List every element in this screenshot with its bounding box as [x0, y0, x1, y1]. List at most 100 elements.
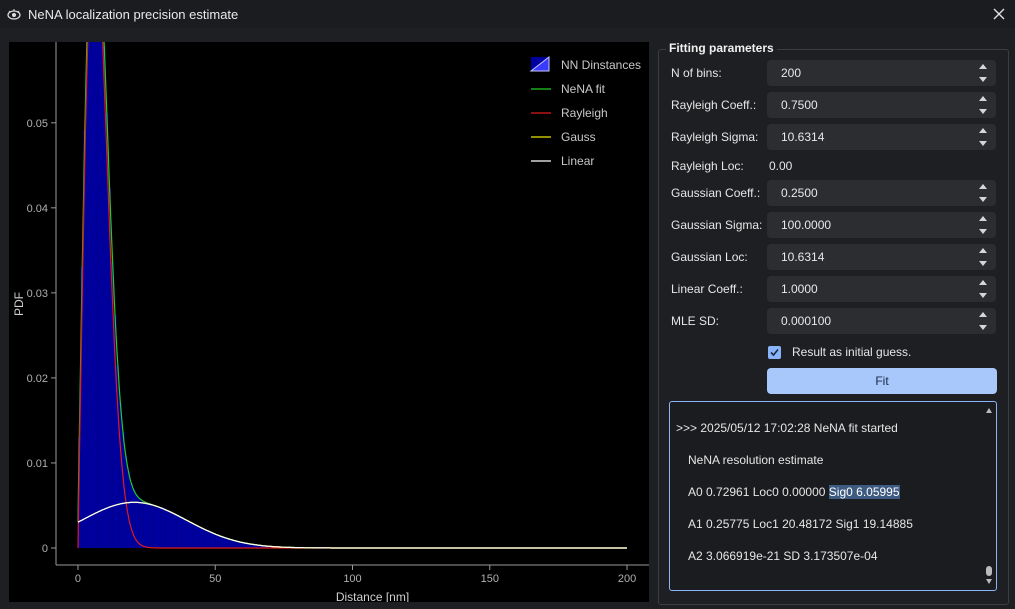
spin-value: 100.0000 — [781, 218, 832, 232]
rayleigh-loc-value: 0.00 — [769, 159, 793, 173]
histogram-bar — [146, 504, 150, 548]
histogram-bar — [94, 42, 98, 548]
rayleigh-sigma-spinbox[interactable]: 10.6314 — [767, 124, 996, 150]
initial-guess-checkbox-row[interactable]: Result as initial guess. — [768, 343, 911, 361]
histogram-bar — [204, 529, 207, 548]
param-label: Gaussian Sigma: — [671, 218, 763, 232]
histogram-bar — [102, 46, 106, 548]
log-output[interactable]: >>> 2025/05/12 17:02:28 NeNA fit started… — [669, 401, 997, 591]
param-label: N of bins: — [671, 66, 722, 80]
spin-value: 10.6314 — [781, 130, 825, 144]
histogram-bar — [176, 514, 180, 548]
histogram-bar — [239, 542, 243, 548]
arrow-down-icon[interactable] — [979, 229, 987, 234]
spin-arrows[interactable] — [978, 96, 988, 114]
histogram-bar — [237, 541, 240, 548]
histogram-bar — [182, 519, 186, 548]
gaussian-loc-spinbox[interactable]: 10.6314 — [767, 244, 996, 270]
histogram-bar — [99, 42, 103, 548]
arrow-down-icon[interactable] — [979, 109, 987, 114]
arrow-down-icon[interactable] — [979, 293, 987, 298]
arrow-down-icon[interactable] — [979, 141, 987, 146]
param-label: Rayleigh Sigma: — [671, 130, 759, 144]
y-tick-label: 0.01 — [27, 458, 48, 470]
n-bins-spinbox[interactable]: 200 — [767, 60, 996, 86]
y-tick-label: 0.03 — [27, 288, 48, 300]
histogram-bar — [223, 537, 227, 548]
arrow-up-icon[interactable] — [979, 216, 987, 221]
checkmark-icon — [770, 348, 779, 356]
histogram-bar — [217, 535, 221, 548]
spin-arrows[interactable] — [978, 184, 988, 202]
x-tick-label: 100 — [343, 573, 361, 585]
scroll-thumb[interactable] — [986, 566, 992, 576]
histogram-bar — [234, 541, 238, 548]
legend-label: Gauss — [561, 130, 596, 144]
spin-value: 0.000100 — [781, 314, 832, 328]
arrow-up-icon[interactable] — [979, 184, 987, 189]
histogram-bar — [152, 506, 155, 548]
log-line: >>> 2025/05/12 17:02:28 NeNA fit started — [676, 421, 898, 435]
chart-svg: 0 50 100 150 200 0 0.01 0.02 0.03 0.04 0.05 Distanc… — [12, 42, 649, 602]
histogram-bar — [193, 524, 197, 548]
mle-sd-spinbox[interactable]: 0.000100 — [767, 308, 996, 334]
arrow-down-icon[interactable] — [979, 261, 987, 266]
spin-value: 10.6314 — [781, 250, 825, 264]
histogram-bar — [179, 516, 183, 548]
histogram-bar — [143, 503, 147, 548]
scroll-up-icon[interactable] — [986, 408, 992, 413]
window-title: NeNA localization precision estimate — [28, 6, 239, 22]
x-tick-label: 0 — [75, 573, 81, 585]
log-line: A2 3.066919e-21 SD 3.173507e-04 — [688, 549, 878, 563]
x-tick-label: 200 — [618, 573, 636, 585]
histogram-bar — [196, 526, 199, 548]
arrow-down-icon[interactable] — [979, 77, 987, 82]
rayleigh-line — [77, 42, 627, 549]
histogram-bar — [206, 530, 210, 548]
spin-arrows[interactable] — [978, 216, 988, 234]
arrow-up-icon[interactable] — [979, 64, 987, 69]
histogram-bar — [86, 42, 89, 548]
param-label: MLE SD: — [671, 314, 720, 328]
histogram-bar — [119, 402, 122, 548]
arrow-up-icon[interactable] — [979, 280, 987, 285]
histogram-bar — [215, 534, 218, 548]
histogram-bar — [157, 507, 161, 548]
eye-icon — [6, 6, 22, 22]
arrow-down-icon[interactable] — [979, 325, 987, 330]
close-icon[interactable] — [987, 2, 1011, 26]
gaussian-coeff-spinbox[interactable]: 0.2500 — [767, 180, 996, 206]
spin-value: 200 — [781, 66, 802, 80]
histogram-bar — [212, 533, 216, 548]
histogram-bar — [185, 520, 188, 548]
histogram-bar — [201, 528, 205, 548]
legend-label: NeNA fit — [561, 82, 606, 96]
spin-arrows[interactable] — [978, 128, 988, 146]
linear-coeff-spinbox[interactable]: 1.0000 — [767, 276, 996, 302]
spin-arrows[interactable] — [978, 280, 988, 298]
fit-button[interactable]: Fit — [767, 368, 997, 394]
histogram-plot[interactable]: 0 50 100 150 200 0 0.01 0.02 0.03 0.04 0.05 Distanc… — [9, 42, 649, 602]
scroll-down-icon[interactable] — [986, 579, 992, 584]
arrow-up-icon[interactable] — [979, 96, 987, 101]
log-scrollbar[interactable] — [986, 408, 992, 584]
spin-arrows[interactable] — [978, 312, 988, 330]
arrow-down-icon[interactable] — [979, 197, 987, 202]
y-tick-label: 0.04 — [27, 203, 48, 215]
histogram-bar — [141, 501, 144, 548]
initial-guess-checkbox[interactable] — [768, 345, 781, 359]
gaussian-sigma-spinbox[interactable]: 100.0000 — [767, 212, 996, 238]
histogram-bar — [127, 471, 131, 548]
arrow-up-icon[interactable] — [979, 128, 987, 133]
x-axis-label: Distance [nm] — [336, 590, 409, 602]
arrow-up-icon[interactable] — [979, 312, 987, 317]
spin-value: 0.7500 — [781, 98, 818, 112]
spin-arrows[interactable] — [978, 64, 988, 82]
histogram-bar — [231, 540, 235, 548]
histogram-bar — [174, 513, 177, 548]
arrow-up-icon[interactable] — [979, 248, 987, 253]
rayleigh-coeff-spinbox[interactable]: 0.7500 — [767, 92, 996, 118]
nena-fit-line — [77, 42, 627, 549]
spin-arrows[interactable] — [978, 248, 988, 266]
param-label: Rayleigh Loc: — [671, 159, 744, 173]
